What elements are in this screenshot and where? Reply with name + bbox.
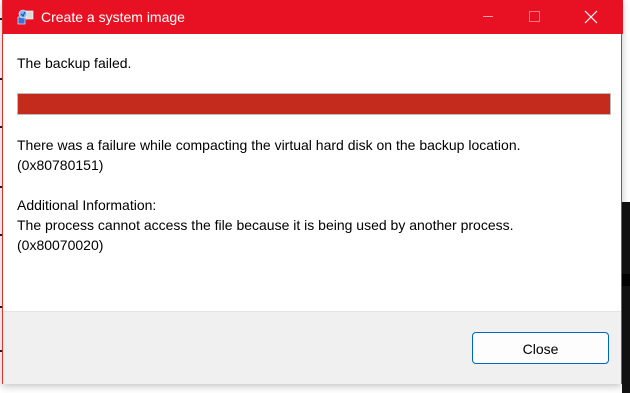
dialog-footer: Close bbox=[3, 311, 621, 384]
background-window-right bbox=[622, 0, 630, 393]
system-image-dialog: Create a system image The backup failed.… bbox=[2, 0, 623, 384]
title-bar[interactable]: Create a system image bbox=[3, 0, 623, 34]
error-code: (0x80780151) bbox=[17, 157, 104, 173]
maximize-icon bbox=[529, 11, 540, 22]
status-heading: The backup failed. bbox=[17, 55, 132, 71]
close-icon bbox=[584, 10, 598, 24]
maximize-button[interactable] bbox=[511, 0, 557, 34]
additional-info-message: The process cannot access the file becau… bbox=[17, 217, 514, 233]
background-fragment bbox=[622, 202, 630, 393]
background-fragment bbox=[622, 274, 630, 286]
close-button[interactable]: Close bbox=[472, 332, 609, 364]
system-image-backup-icon bbox=[17, 8, 35, 26]
progress-fill bbox=[18, 94, 610, 114]
close-window-button[interactable] bbox=[568, 0, 614, 34]
error-message: There was a failure while compacting the… bbox=[17, 137, 521, 153]
minimize-icon bbox=[483, 16, 493, 17]
additional-error-code: (0x80070020) bbox=[17, 237, 104, 253]
minimize-button[interactable] bbox=[465, 0, 511, 34]
additional-info-label: Additional Information: bbox=[17, 197, 157, 213]
window-title: Create a system image bbox=[41, 9, 185, 25]
progress-bar bbox=[17, 93, 611, 115]
